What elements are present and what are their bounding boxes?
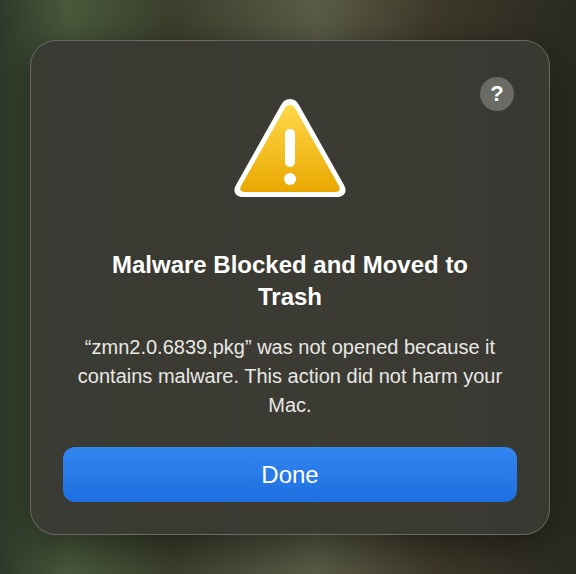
- dialog-message: “zmn2.0.6839.pkg” was not opened because…: [70, 333, 510, 420]
- done-button[interactable]: Done: [63, 447, 517, 502]
- alert-dialog: ? Malware Blocked and Moved to Trash “zmn2…: [30, 40, 550, 535]
- warning-icon: [230, 93, 350, 201]
- help-button[interactable]: ?: [480, 77, 514, 111]
- dialog-title: Malware Blocked and Moved to Trash: [95, 249, 485, 313]
- desktop: ? Malware Blocked and Moved to Trash “zmn2…: [0, 0, 576, 574]
